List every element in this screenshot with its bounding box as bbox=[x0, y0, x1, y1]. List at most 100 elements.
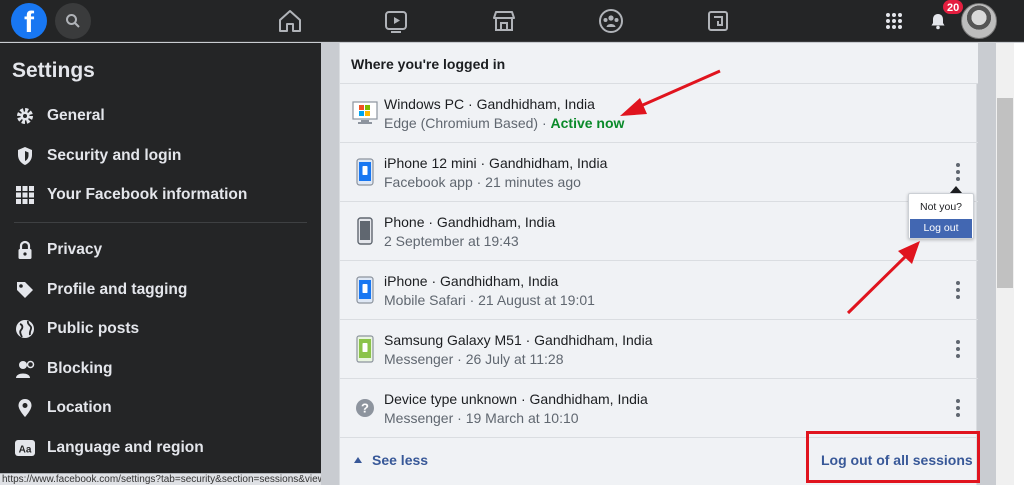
globe-icon bbox=[14, 318, 36, 340]
search-icon bbox=[66, 14, 80, 28]
sidebar-item-label: Profile and tagging bbox=[47, 281, 188, 298]
sessions-header-title: Where you're logged in bbox=[351, 56, 506, 72]
sidebar-item-public-posts[interactable]: Public posts bbox=[0, 311, 321, 347]
sidebar-item-profile-tagging[interactable]: Profile and tagging bbox=[0, 272, 321, 308]
not-you-option[interactable]: Not you? bbox=[909, 201, 973, 213]
session-detail: Mobile Safari · 21 August at 19:01 bbox=[384, 292, 595, 308]
dot bbox=[956, 413, 960, 417]
menu-button[interactable] bbox=[876, 3, 912, 39]
dot bbox=[956, 163, 960, 167]
window-edge bbox=[1014, 43, 1024, 485]
sidebar-item-label: General bbox=[47, 107, 105, 124]
dot bbox=[956, 406, 960, 410]
home-nav-button[interactable] bbox=[276, 7, 304, 35]
question-icon: ? bbox=[352, 393, 378, 423]
dot bbox=[956, 399, 960, 403]
session-row-unknown-device: ? Device type unknown · Gandhidham, Indi… bbox=[340, 379, 978, 438]
session-device-location: Samsung Galaxy M51 · Gandhidham, India bbox=[384, 332, 653, 348]
home-icon bbox=[279, 10, 301, 32]
caret-up-icon bbox=[354, 457, 362, 463]
sidebar-item-language-region[interactable]: Aa Language and region bbox=[0, 430, 321, 466]
session-device-location: iPhone 12 mini · Gandhidham, India bbox=[384, 155, 608, 171]
session-more-options-button[interactable] bbox=[950, 279, 966, 301]
see-less-label: See less bbox=[372, 452, 429, 468]
annotation-highlight-box bbox=[806, 431, 980, 483]
session-more-options-button[interactable] bbox=[950, 161, 966, 183]
dot bbox=[956, 340, 960, 344]
iphone-icon bbox=[352, 275, 378, 305]
session-detail: Facebook app · 21 minutes ago bbox=[384, 174, 581, 190]
sidebar-item-label: Public posts bbox=[47, 320, 140, 337]
notification-count-badge: 20 bbox=[942, 0, 965, 15]
session-row-phone: Phone · Gandhidham, India 2 September at… bbox=[340, 202, 978, 261]
shield-icon bbox=[14, 145, 36, 167]
session-device-location: Phone · Gandhidham, India bbox=[384, 214, 556, 230]
language-icon: Aa bbox=[14, 437, 36, 459]
grid-icon bbox=[14, 184, 36, 206]
location-pin-icon bbox=[14, 397, 36, 419]
windows-pc-icon bbox=[352, 98, 378, 128]
sidebar-item-general[interactable]: General bbox=[0, 98, 321, 134]
sidebar-item-location[interactable]: Location bbox=[0, 390, 321, 426]
facebook-logo[interactable]: f bbox=[11, 3, 47, 39]
gear-icon bbox=[14, 105, 36, 127]
bell-icon bbox=[931, 14, 945, 30]
tag-icon bbox=[14, 279, 36, 301]
sidebar-item-label: Your Facebook information bbox=[47, 186, 248, 203]
gaming-icon bbox=[708, 11, 728, 31]
settings-sidebar: Settings General Security and login Your… bbox=[0, 43, 321, 485]
dot bbox=[956, 170, 960, 174]
session-device-location: Device type unknown · Gandhidham, India bbox=[384, 391, 648, 407]
sessions-header: Where you're logged in bbox=[340, 43, 978, 84]
popover-arrow bbox=[950, 186, 962, 193]
session-more-options-button[interactable] bbox=[950, 338, 966, 360]
session-row-windows-pc: Windows PC · Gandhidham, India Edge (Chr… bbox=[340, 84, 978, 143]
session-detail: 2 September at 19:43 bbox=[384, 233, 519, 249]
sidebar-item-privacy[interactable]: Privacy bbox=[0, 232, 321, 268]
log-out-button[interactable]: Log out bbox=[910, 219, 972, 238]
session-more-options-button[interactable] bbox=[950, 397, 966, 419]
dot bbox=[956, 295, 960, 299]
dot bbox=[956, 288, 960, 292]
groups-icon bbox=[599, 9, 623, 33]
svg-text:Aa: Aa bbox=[19, 445, 32, 456]
sidebar-item-security[interactable]: Security and login bbox=[0, 138, 321, 174]
sessions-panel: Where you're logged in Windows PC · Gand… bbox=[339, 43, 978, 485]
scrollbar-thumb[interactable] bbox=[997, 98, 1013, 288]
watch-icon bbox=[385, 11, 407, 33]
see-less-link[interactable]: See less bbox=[354, 452, 428, 468]
sidebar-item-facebook-information[interactable]: Your Facebook information bbox=[0, 177, 321, 213]
marketplace-icon bbox=[493, 11, 515, 31]
session-device-location: iPhone · Gandhidham, India bbox=[384, 273, 559, 289]
svg-text:?: ? bbox=[361, 401, 369, 416]
sidebar-item-label: Language and region bbox=[47, 439, 204, 456]
user-block-icon bbox=[14, 358, 36, 380]
session-row-iphone-12-mini: iPhone 12 mini · Gandhidham, India Faceb… bbox=[340, 143, 978, 202]
sidebar-item-label: Blocking bbox=[47, 360, 113, 377]
iphone-icon bbox=[352, 157, 378, 187]
session-browser: Edge (Chromium Based) · bbox=[384, 115, 551, 131]
session-row-iphone: iPhone · Gandhidham, India Mobile Safari… bbox=[340, 261, 978, 320]
sidebar-item-label: Security and login bbox=[47, 147, 182, 164]
session-detail: Messenger · 19 March at 10:10 bbox=[384, 410, 579, 426]
search-button[interactable] bbox=[55, 3, 91, 39]
top-navigation-bar: f 20 bbox=[0, 0, 1024, 42]
sidebar-item-label: Location bbox=[47, 399, 112, 416]
sidebar-title: Settings bbox=[12, 59, 95, 82]
watch-nav-button[interactable] bbox=[382, 7, 410, 35]
session-options-popover: Not you? Log out bbox=[908, 193, 974, 239]
groups-nav-button[interactable] bbox=[597, 7, 625, 35]
marketplace-nav-button[interactable] bbox=[490, 7, 518, 35]
profile-avatar[interactable] bbox=[961, 3, 997, 39]
sidebar-divider bbox=[14, 222, 307, 223]
sidebar-item-blocking[interactable]: Blocking bbox=[0, 351, 321, 387]
facebook-logo-letter: f bbox=[24, 6, 34, 39]
session-detail: Edge (Chromium Based) · Active now bbox=[384, 115, 624, 131]
browser-status-url: https://www.facebook.com/settings?tab=se… bbox=[0, 473, 365, 485]
app-grid-icon bbox=[886, 13, 902, 29]
android-icon bbox=[352, 334, 378, 364]
gaming-nav-button[interactable] bbox=[704, 7, 732, 35]
session-device-location: Windows PC · Gandhidham, India bbox=[384, 96, 595, 112]
dot bbox=[956, 177, 960, 181]
dot bbox=[956, 347, 960, 351]
